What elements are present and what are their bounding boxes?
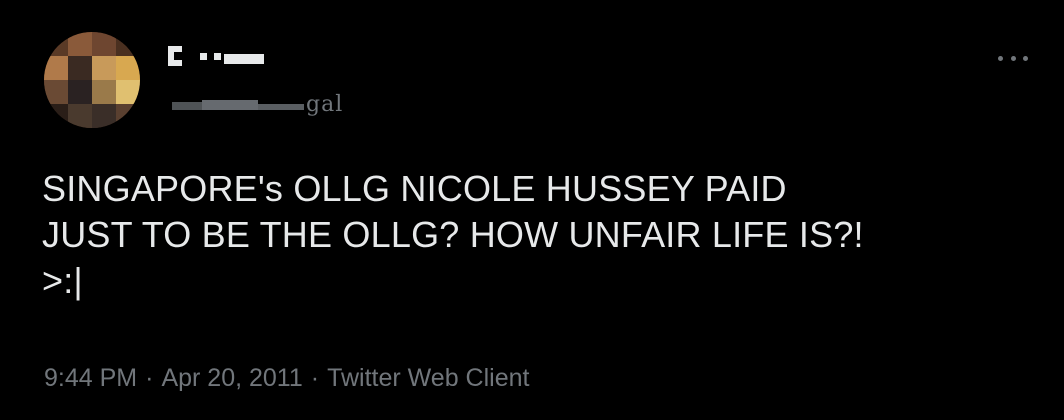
redacted-block — [214, 53, 221, 60]
tweet-time: 9:44 PM — [44, 364, 138, 392]
tweet-line: SINGAPORE's OLLG NICOLE HUSSEY PAID — [42, 168, 787, 209]
redacted-block — [224, 54, 264, 64]
tweet-card: C · gal SINGAPORE's OLLG NICOLE HUSSEY P… — [0, 0, 1064, 420]
meta-separator: · — [145, 364, 154, 392]
avatar[interactable] — [44, 32, 140, 128]
client-link[interactable]: Twitter Web Client — [327, 364, 529, 392]
display-name[interactable]: C · — [168, 44, 288, 70]
tweet-line: >:| — [42, 260, 83, 301]
meta-separator: · — [310, 364, 320, 392]
redacted-block — [258, 104, 304, 110]
more-horizontal-icon — [1010, 55, 1016, 61]
timestamp-link[interactable]: 9:44 PM · Apr 20, 2011 — [44, 364, 303, 392]
redacted-block — [202, 100, 258, 110]
tweet-text: SINGAPORE's OLLG NICOLE HUSSEY PAID JUST… — [42, 166, 1032, 304]
more-options-button[interactable] — [998, 48, 1028, 68]
more-horizontal-icon — [998, 55, 1003, 61]
tweet-line: JUST TO BE THE OLLG? HOW UNFAIR LIFE IS?… — [42, 214, 864, 255]
more-horizontal-icon — [1023, 55, 1028, 61]
redacted-block — [200, 53, 207, 60]
handle[interactable]: gal — [168, 92, 368, 118]
redacted-block — [172, 102, 202, 110]
redacted-block — [174, 46, 182, 52]
handle-tail: gal — [306, 92, 344, 117]
profile-photo-icon — [44, 32, 140, 128]
tweet-date: Apr 20, 2011 — [161, 364, 303, 392]
redacted-block — [174, 60, 182, 66]
author-info[interactable]: C · gal — [168, 44, 368, 118]
tweet-metadata: 9:44 PM · Apr 20, 2011 · Twitter Web Client — [44, 364, 529, 393]
